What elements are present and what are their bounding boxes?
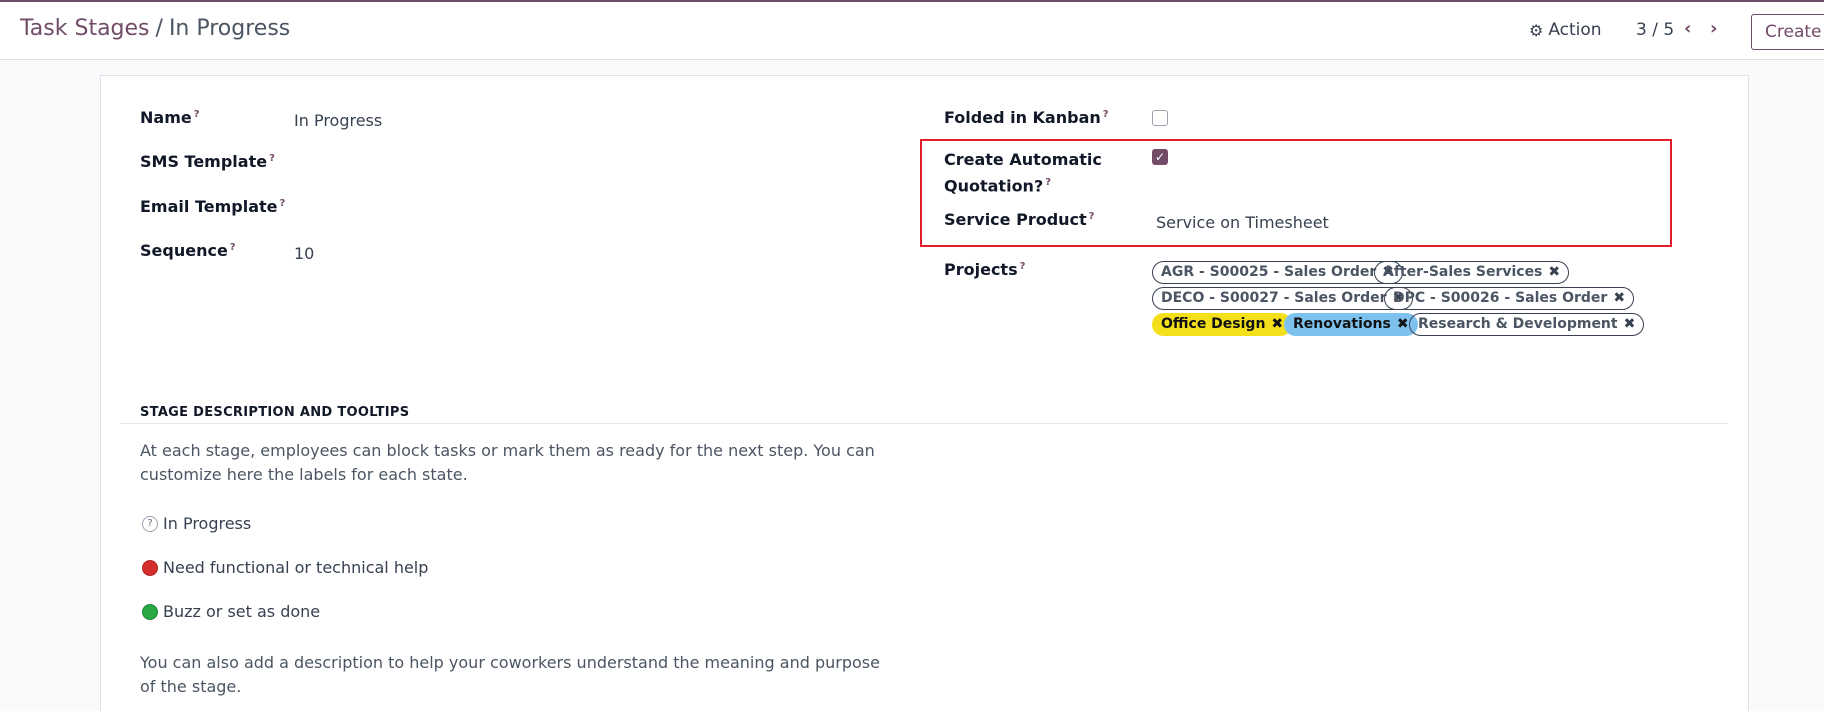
name-label: Name? [140, 108, 200, 127]
project-tag[interactable]: DPC - S00026 - Sales Order ✖ [1384, 287, 1635, 310]
close-icon[interactable]: ✖ [1613, 290, 1625, 306]
create-button[interactable]: Create [1751, 14, 1824, 50]
sms-template-label: SMS Template? [140, 152, 275, 171]
help-icon[interactable]: ? [1045, 177, 1051, 188]
breadcrumb: Task Stages / In Progress [20, 16, 290, 41]
close-icon[interactable]: ✖ [1548, 264, 1560, 280]
question-icon: ? [142, 515, 158, 532]
action-button[interactable]: ⚙ Action [1529, 20, 1602, 40]
chevron-left-icon[interactable]: ‹ [1684, 18, 1691, 39]
sequence-field[interactable]: 10 [294, 244, 314, 263]
folded-in-kanban-label: Folded in Kanban? [944, 108, 1109, 127]
project-tag[interactable]: Research & Development ✖ [1409, 313, 1645, 336]
section-title: STAGE DESCRIPTION AND TOOLTIPS [140, 405, 410, 420]
state-row-blocked[interactable]: Need functional or technical help [142, 558, 428, 577]
close-icon[interactable]: ✖ [1624, 316, 1636, 332]
sequence-label: Sequence? [140, 241, 236, 260]
help-icon[interactable]: ? [269, 153, 275, 164]
name-field[interactable]: In Progress [294, 111, 382, 130]
projects-label: Projects? [944, 260, 1026, 279]
state-row-normal[interactable]: ? In Progress [142, 514, 251, 533]
state-row-done[interactable]: Buzz or set as done [142, 602, 320, 621]
section-intro-text: At each stage, employees can block tasks… [140, 441, 875, 484]
create-automatic-quotation-label: Create Automatic Quotation?? [944, 150, 1102, 196]
close-icon[interactable]: ✖ [1397, 316, 1409, 332]
close-icon[interactable]: ✖ [1271, 316, 1283, 332]
project-tag[interactable]: Renovations ✖ [1284, 313, 1418, 336]
folded-in-kanban-checkbox[interactable] [1152, 110, 1168, 126]
project-tag[interactable]: AGR - S00025 - Sales Order ✖ [1152, 261, 1404, 284]
project-tag[interactable]: Office Design ✖ [1152, 313, 1293, 336]
breadcrumb-parent-link[interactable]: Task Stages [20, 16, 150, 41]
help-icon[interactable]: ? [1103, 109, 1109, 120]
section-divider [120, 423, 1728, 424]
help-icon[interactable]: ? [1020, 261, 1026, 272]
service-product-field[interactable]: Service on Timesheet [1156, 213, 1329, 232]
project-tag[interactable]: DECO - S00027 - Sales Order ✖ [1152, 287, 1414, 310]
breadcrumb-separator: / [155, 16, 163, 41]
help-icon[interactable]: ? [279, 198, 285, 209]
help-icon[interactable]: ? [194, 109, 200, 120]
control-panel: Task Stages / In Progress ⚙ Action 3 / 5 ‹… [0, 2, 1824, 60]
state-label[interactable]: Buzz or set as done [163, 602, 320, 621]
gear-icon: ⚙ [1529, 20, 1544, 40]
state-label[interactable]: Need functional or technical help [163, 558, 428, 577]
green-status-icon [142, 603, 158, 620]
help-icon[interactable]: ? [230, 242, 236, 253]
state-label[interactable]: In Progress [163, 514, 251, 533]
red-status-icon [142, 559, 158, 576]
help-icon[interactable]: ? [1089, 211, 1095, 222]
section-outro-text: You can also add a description to help y… [140, 653, 880, 696]
email-template-field[interactable] [294, 200, 794, 220]
project-tag[interactable]: After-Sales Services ✖ [1374, 261, 1570, 284]
breadcrumb-current: In Progress [168, 16, 291, 41]
action-label: Action [1548, 20, 1602, 40]
service-product-label: Service Product? [944, 210, 1095, 229]
sms-template-field[interactable] [294, 155, 794, 175]
pager-value[interactable]: 3 / 5 [1636, 20, 1674, 40]
create-automatic-quotation-checkbox[interactable]: ✓ [1152, 149, 1168, 165]
chevron-right-icon[interactable]: › [1710, 18, 1717, 39]
email-template-label: Email Template? [140, 197, 286, 216]
